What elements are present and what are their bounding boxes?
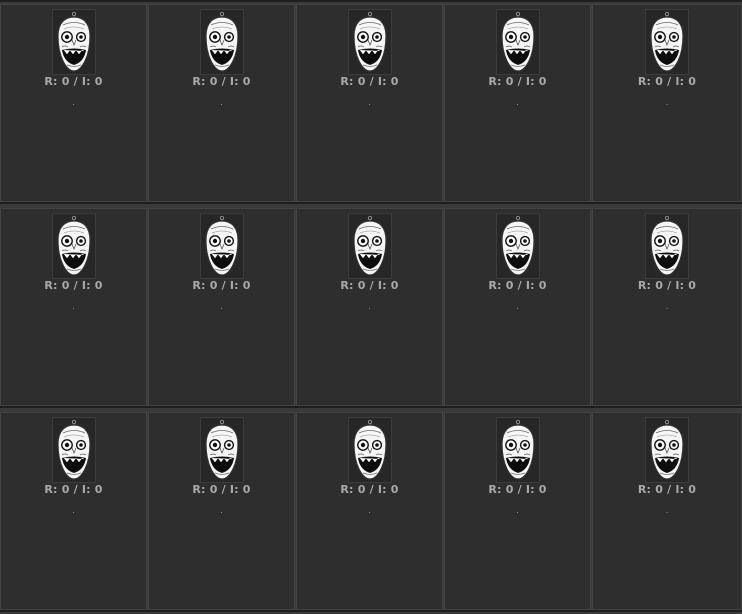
thread-teaser: .: [368, 98, 371, 108]
reply-image-count: R: 0 / I: 0: [488, 483, 547, 496]
reply-image-count: R: 0 / I: 0: [488, 75, 547, 88]
thread-thumbnail[interactable]: [199, 417, 244, 483]
thread-thumbnail[interactable]: [347, 417, 392, 483]
thread-thumbnail[interactable]: [495, 9, 540, 75]
thread-card[interactable]: R: 0 / I: 0 .: [296, 412, 443, 610]
thread-thumbnail[interactable]: [347, 9, 392, 75]
thread-teaser: .: [516, 302, 519, 312]
thread-teaser: .: [368, 506, 371, 516]
thread-thumbnail[interactable]: [347, 213, 392, 279]
catalog-row: R: 0 / I: 0 . R: 0 / I: 0 . R: 0 / I: 0 …: [0, 4, 742, 202]
reply-image-count: R: 0 / I: 0: [637, 483, 697, 496]
thread-card[interactable]: R: 0 / I: 0 .: [296, 208, 443, 406]
reply-image-count: R: 0 / I: 0: [192, 279, 251, 292]
thread-thumbnail[interactable]: [51, 213, 96, 279]
thread-card[interactable]: R: 0 / I: 0 .: [444, 4, 591, 202]
thread-teaser: .: [665, 506, 669, 516]
catalog-row: R: 0 / I: 0 . R: 0 / I: 0 . R: 0 / I: 0 …: [0, 208, 742, 406]
thread-card[interactable]: R: 0 / I: 0 .: [592, 412, 742, 610]
thread-card[interactable]: R: 0 / I: 0 .: [296, 4, 443, 202]
thread-thumbnail[interactable]: [645, 9, 689, 75]
thread-card[interactable]: R: 0 / I: 0 .: [444, 208, 591, 406]
thread-card[interactable]: R: 0 / I: 0 .: [0, 412, 147, 610]
reply-image-count: R: 0 / I: 0: [637, 75, 697, 88]
thread-thumbnail[interactable]: [495, 417, 540, 483]
thread-teaser: .: [220, 302, 223, 312]
thread-thumbnail[interactable]: [51, 9, 96, 75]
catalog-grid: R: 0 / I: 0 . R: 0 / I: 0 . R: 0 / I: 0 …: [0, 0, 742, 614]
row-divider: [0, 406, 742, 408]
thread-thumbnail[interactable]: [645, 417, 689, 483]
thread-teaser: .: [368, 302, 371, 312]
reply-image-count: R: 0 / I: 0: [340, 75, 399, 88]
thread-card[interactable]: R: 0 / I: 0 .: [444, 412, 591, 610]
thread-teaser: .: [516, 98, 519, 108]
row-divider: [0, 202, 742, 204]
row-divider: [0, 0, 742, 2]
thread-card[interactable]: R: 0 / I: 0 .: [0, 208, 147, 406]
thread-thumbnail[interactable]: [199, 213, 244, 279]
thread-card[interactable]: R: 0 / I: 0 .: [148, 208, 295, 406]
thread-teaser: .: [516, 506, 519, 516]
thread-teaser: .: [665, 302, 669, 312]
reply-image-count: R: 0 / I: 0: [488, 279, 547, 292]
reply-image-count: R: 0 / I: 0: [192, 75, 251, 88]
row-divider: [0, 610, 742, 612]
thread-card[interactable]: R: 0 / I: 0 .: [148, 4, 295, 202]
thread-teaser: .: [72, 506, 75, 516]
thread-thumbnail[interactable]: [199, 9, 244, 75]
reply-image-count: R: 0 / I: 0: [340, 279, 399, 292]
reply-image-count: R: 0 / I: 0: [192, 483, 251, 496]
thread-thumbnail[interactable]: [495, 213, 540, 279]
thread-thumbnail[interactable]: [51, 417, 96, 483]
thread-card[interactable]: R: 0 / I: 0 .: [592, 4, 742, 202]
thread-card[interactable]: R: 0 / I: 0 .: [592, 208, 742, 406]
thread-teaser: .: [220, 506, 223, 516]
reply-image-count: R: 0 / I: 0: [44, 279, 103, 292]
thread-teaser: .: [72, 302, 75, 312]
thread-teaser: .: [72, 98, 75, 108]
thread-card[interactable]: R: 0 / I: 0 .: [148, 412, 295, 610]
thread-teaser: .: [220, 98, 223, 108]
reply-image-count: R: 0 / I: 0: [44, 75, 103, 88]
reply-image-count: R: 0 / I: 0: [637, 279, 697, 292]
thread-teaser: .: [665, 98, 669, 108]
catalog-row: R: 0 / I: 0 . R: 0 / I: 0 . R: 0 / I: 0 …: [0, 412, 742, 610]
thread-card[interactable]: R: 0 / I: 0 .: [0, 4, 147, 202]
reply-image-count: R: 0 / I: 0: [340, 483, 399, 496]
reply-image-count: R: 0 / I: 0: [44, 483, 103, 496]
thread-thumbnail[interactable]: [645, 213, 689, 279]
